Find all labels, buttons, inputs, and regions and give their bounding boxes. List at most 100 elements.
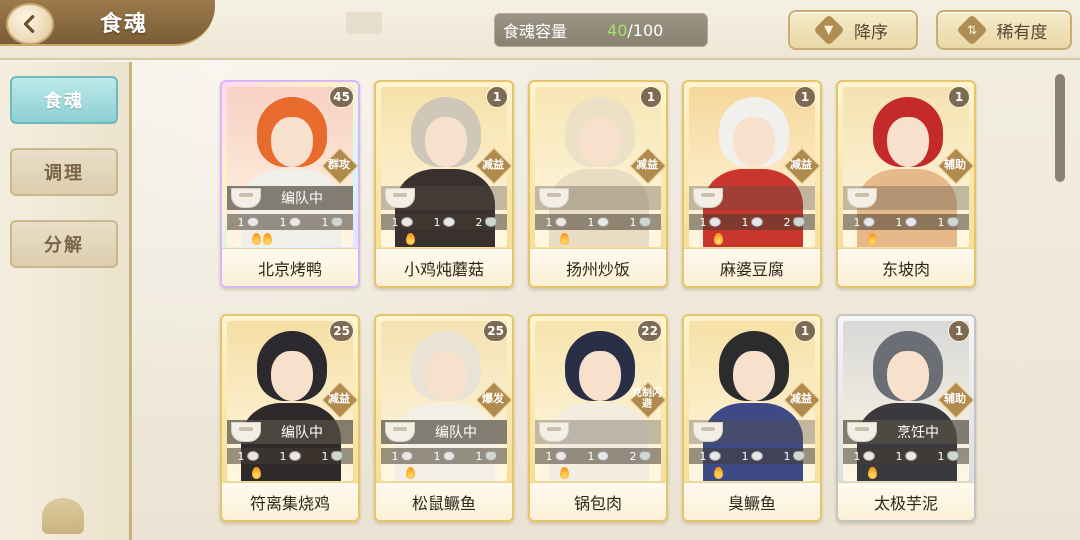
ingredient-icon	[904, 217, 917, 227]
level-badge: 25	[483, 320, 508, 342]
food-soul-card[interactable]: 22 克制闪避 1 1 2 锅包肉	[528, 314, 668, 522]
food-soul-card[interactable]: 1 辅助烹饪中 1 1 1 太极芋泥	[836, 314, 976, 522]
stat-item: 1	[588, 450, 609, 463]
role-badge: 爆发	[476, 382, 510, 416]
nav-item-decompose[interactable]: 分解	[10, 220, 118, 268]
flame-row	[406, 466, 415, 480]
ingredient-icon	[400, 217, 413, 227]
food-soul-card[interactable]: 1 减益 1 1 1 臭鳜鱼	[682, 314, 822, 522]
stat-value: 2	[475, 215, 483, 229]
stat-value: 1	[937, 449, 945, 463]
level-badge: 1	[486, 86, 508, 108]
stat-item: 1	[476, 450, 497, 463]
scrollbar[interactable]	[1055, 74, 1065, 182]
card-name: 扬州炒饭	[530, 248, 666, 286]
stat-item: 1	[392, 216, 413, 229]
ingredient-icon	[442, 451, 455, 461]
stat-value: 1	[545, 215, 553, 229]
food-soul-card[interactable]: 1 减益 1 1 2 麻婆豆腐	[682, 80, 822, 288]
flame-row	[252, 232, 272, 246]
sort-order-label: 降序	[854, 22, 888, 43]
ingredient-icon	[596, 451, 609, 461]
role-badge: 减益	[630, 148, 664, 182]
stat-value: 1	[391, 449, 399, 463]
stat-item: 1	[700, 450, 721, 463]
ingredient-icon	[484, 451, 497, 461]
food-soul-card[interactable]: 1 减益 1 1 2 小鸡炖蘑菇	[374, 80, 514, 288]
role-label: 辅助	[944, 392, 966, 405]
card-name: 太极芋泥	[838, 482, 974, 520]
card-name: 锅包肉	[530, 482, 666, 520]
bowl-icon	[539, 422, 569, 442]
capacity-display: 食魂容量 40 /100	[494, 13, 708, 47]
stat-value: 1	[391, 215, 399, 229]
sort-order-button[interactable]: ▼ 降序	[788, 10, 918, 50]
ingredient-icon	[862, 217, 875, 227]
flame-icon	[714, 233, 723, 245]
stat-item: 2	[476, 216, 497, 229]
stat-item: 1	[546, 216, 567, 229]
role-badge: 克制闪避	[630, 382, 664, 416]
level-badge: 1	[948, 86, 970, 108]
food-soul-card[interactable]: 45 群攻 编队中 1 1 1 北京烤鸭	[220, 80, 360, 288]
stat-item: 1	[700, 216, 721, 229]
status-strip	[381, 186, 507, 210]
food-soul-card[interactable]: 1 辅助 1 1 1 东坡肉	[836, 80, 976, 288]
stat-value: 1	[237, 449, 245, 463]
stat-item: 1	[546, 450, 567, 463]
ingredient-icon	[288, 451, 301, 461]
sort-key-button[interactable]: ⇅ 稀有度	[936, 10, 1072, 50]
status-text: 编队中	[435, 425, 477, 441]
flame-icon	[252, 233, 261, 245]
capacity-max: /100	[627, 20, 664, 40]
flame-icon	[560, 233, 569, 245]
stat-item: 1	[280, 450, 301, 463]
level-badge: 1	[794, 86, 816, 108]
card-grid: 45 群攻 编队中 1 1 1 北京烤鸭 1 减益 1 1 2 小鸡炖蘑菇 1 减益 1 1 1 扬州炒饭 1 减益 1 1…	[134, 62, 1080, 540]
flame-icon	[406, 467, 415, 479]
food-soul-card[interactable]: 1 减益 1 1 1 扬州炒饭	[528, 80, 668, 288]
back-button[interactable]	[6, 3, 54, 45]
stat-item: 1	[322, 450, 343, 463]
sort-key-label: 稀有度	[996, 22, 1048, 43]
lantern-decoration	[42, 498, 84, 534]
ingredient-icon	[246, 451, 259, 461]
flame-row	[868, 466, 877, 480]
stats-row: 1 1 1	[843, 448, 969, 464]
header-placeholder	[346, 12, 382, 34]
ingredient-icon	[484, 217, 497, 227]
status-strip: 编队中	[227, 186, 353, 210]
stat-item: 1	[434, 216, 455, 229]
capacity-label: 食魂容量	[503, 22, 568, 41]
level-badge: 25	[329, 320, 354, 342]
stat-item: 1	[322, 216, 343, 229]
status-text: 编队中	[281, 425, 323, 441]
status-text: 烹饪中	[897, 425, 939, 441]
stat-item: 2	[630, 450, 651, 463]
sort-toggle-icon: ⇅	[955, 14, 988, 46]
status-strip: 编队中	[381, 420, 507, 444]
nav-item-food-souls[interactable]: 食魂	[10, 76, 118, 124]
flame-row	[714, 466, 723, 480]
stats-row: 1 1 1	[227, 448, 353, 464]
stat-item: 2	[784, 216, 805, 229]
role-label: 克制闪避	[632, 388, 662, 410]
page-title: 食魂	[100, 12, 149, 37]
flame-row	[868, 232, 877, 246]
stats-row: 1 1 2	[689, 214, 815, 230]
sort-arrow-icon: ▼	[813, 14, 845, 46]
food-soul-card[interactable]: 25 减益 编队中 1 1 1 符离集烧鸡	[220, 314, 360, 522]
status-strip	[535, 420, 661, 444]
flame-icon	[714, 467, 723, 479]
role-badge: 辅助	[938, 148, 972, 182]
ingredient-icon	[246, 217, 259, 227]
stat-value: 2	[783, 215, 791, 229]
stats-row: 1 1 1	[689, 448, 815, 464]
role-label: 减益	[790, 392, 812, 405]
bowl-icon	[539, 188, 569, 208]
flame-row	[714, 232, 723, 246]
stat-value: 1	[937, 215, 945, 229]
food-soul-card[interactable]: 25 爆发 编队中 1 1 1 松鼠鳜鱼	[374, 314, 514, 522]
stat-value: 1	[321, 449, 329, 463]
nav-item-refine[interactable]: 调理	[10, 148, 118, 196]
